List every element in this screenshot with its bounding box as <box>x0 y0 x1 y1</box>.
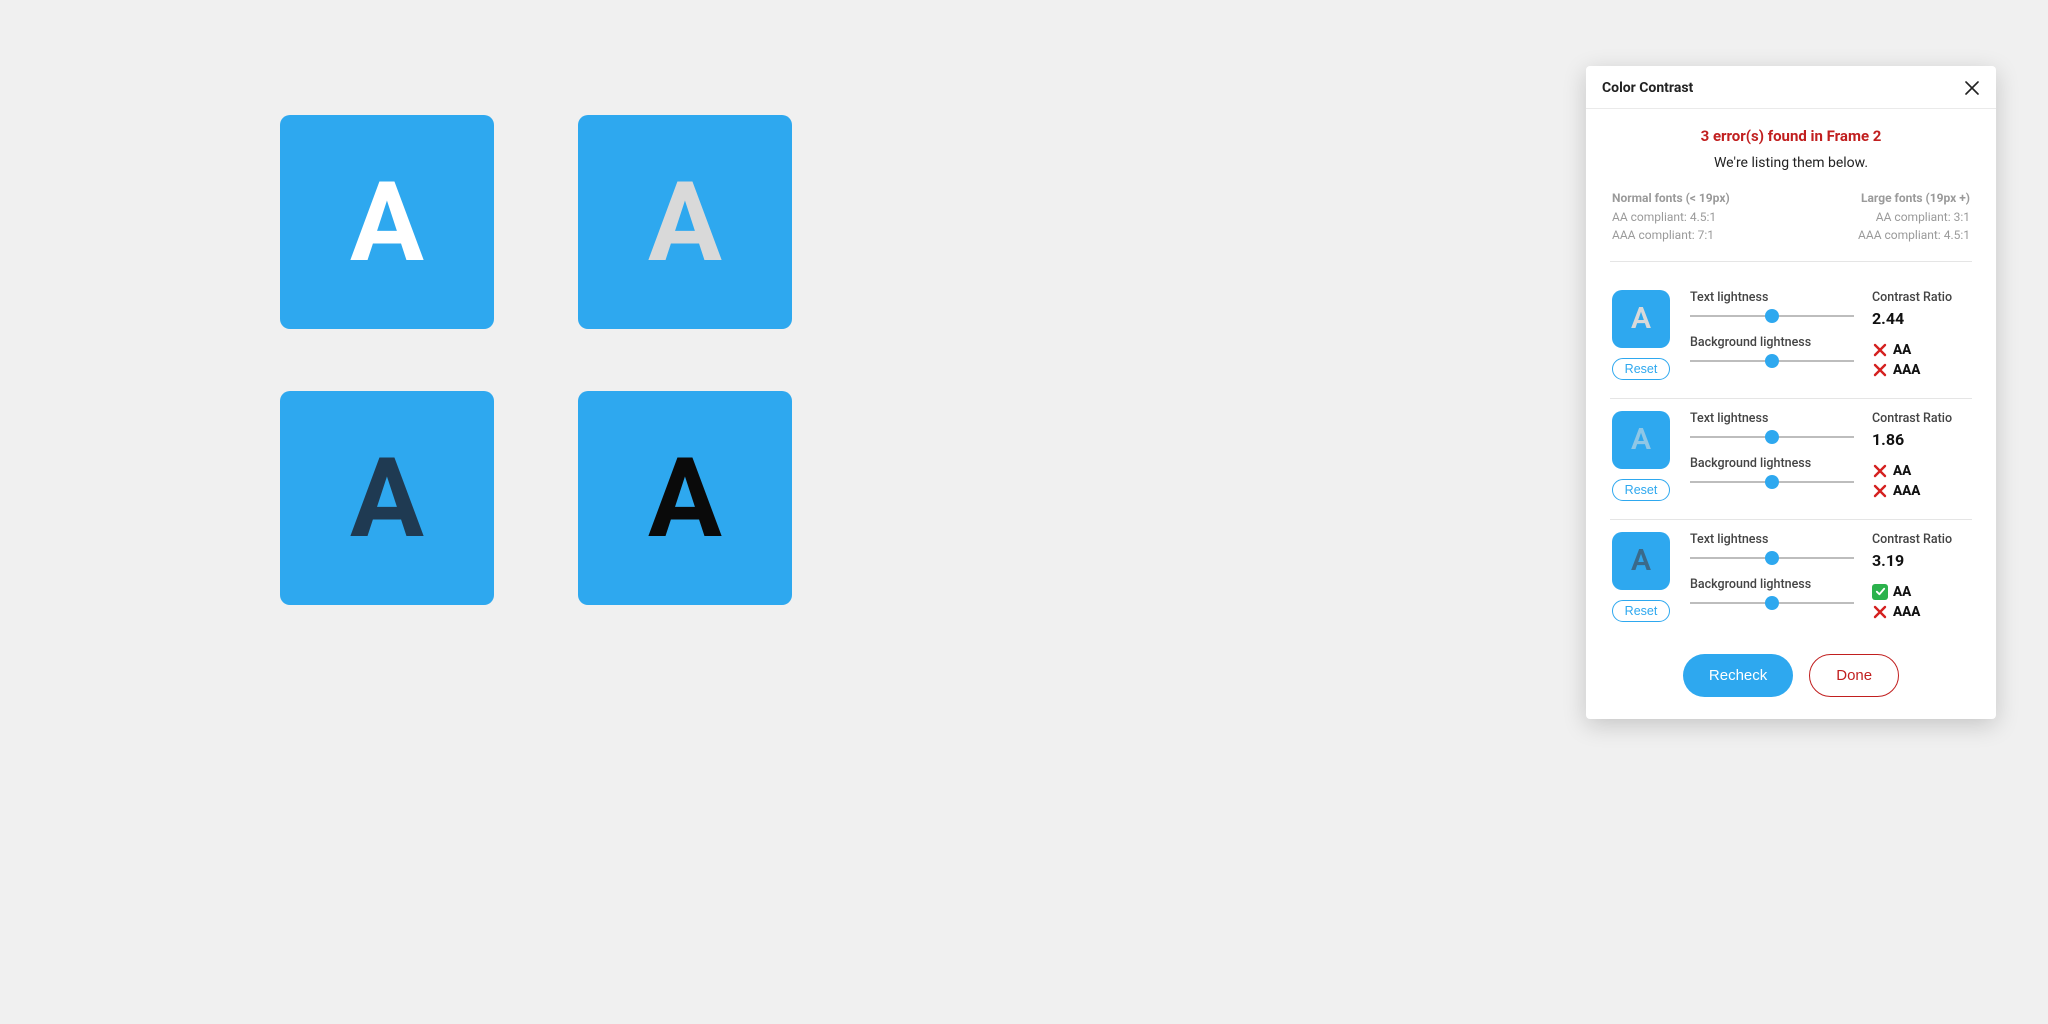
swatch-2-glyph: A <box>648 158 722 287</box>
aaa-badge: AAA <box>1872 362 1972 378</box>
aa-label: AA <box>1893 584 1911 600</box>
swatch-3-glyph: A <box>350 434 424 563</box>
aaa-badge: AAA <box>1872 483 1972 499</box>
contrast-ratio-value: 3.19 <box>1872 551 1972 570</box>
cross-icon <box>1872 604 1888 620</box>
background-lightness-slider[interactable] <box>1690 596 1854 610</box>
contrast-item-2-glyph: A <box>1631 422 1651 457</box>
background-lightness-label: Background lightness <box>1690 335 1854 350</box>
background-lightness-slider[interactable] <box>1690 475 1854 489</box>
contrast-item-3-glyph: A <box>1631 543 1651 578</box>
background-lightness-slider[interactable] <box>1690 354 1854 368</box>
swatch-2[interactable]: A <box>578 115 792 329</box>
contrast-ratio-label: Contrast Ratio <box>1872 411 1972 426</box>
legend-normal-aa: AA compliant: 4.5:1 <box>1612 208 1730 227</box>
text-lightness-slider[interactable] <box>1690 551 1854 565</box>
close-icon[interactable] <box>1964 80 1980 96</box>
done-button[interactable]: Done <box>1809 654 1899 697</box>
contrast-item-2: A Reset Text lightness Background lightn… <box>1610 399 1972 520</box>
aa-label: AA <box>1893 342 1911 358</box>
text-lightness-slider[interactable] <box>1690 309 1854 323</box>
aa-badge: AA <box>1872 342 1972 358</box>
legend-normal-aaa: AAA compliant: 7:1 <box>1612 226 1730 245</box>
swatch-4[interactable]: A <box>578 391 792 605</box>
recheck-button[interactable]: Recheck <box>1683 654 1793 697</box>
aaa-badge: AAA <box>1872 604 1972 620</box>
contrast-item-3: A Reset Text lightness Background lightn… <box>1610 520 1972 640</box>
contrast-ratio-value: 1.86 <box>1872 430 1972 449</box>
contrast-ratio-label: Contrast Ratio <box>1872 290 1972 305</box>
swatch-3[interactable]: A <box>280 391 494 605</box>
panel-header: Color Contrast <box>1586 66 1996 109</box>
text-lightness-label: Text lightness <box>1690 290 1854 305</box>
aa-badge: AA <box>1872 463 1972 479</box>
aa-badge: AA <box>1872 584 1972 600</box>
cross-icon <box>1872 483 1888 499</box>
contrast-item-2-reset-button[interactable]: Reset <box>1612 479 1671 501</box>
background-lightness-label: Background lightness <box>1690 456 1854 471</box>
contrast-item-1-glyph: A <box>1631 301 1651 336</box>
cross-icon <box>1872 362 1888 378</box>
error-summary-title: 3 error(s) found in Frame 2 <box>1610 127 1972 145</box>
contrast-item-3-reset-button[interactable]: Reset <box>1612 600 1671 622</box>
text-lightness-slider[interactable] <box>1690 430 1854 444</box>
swatch-1-glyph: A <box>350 158 424 287</box>
legend-large-heading: Large fonts (19px +) <box>1858 189 1970 208</box>
canvas-grid: A A A A <box>280 115 792 605</box>
text-lightness-label: Text lightness <box>1690 532 1854 547</box>
contrast-item-1-reset-button[interactable]: Reset <box>1612 358 1671 380</box>
contrast-ratio-label: Contrast Ratio <box>1872 532 1972 547</box>
compliance-legend: Normal fonts (< 19px) AA compliant: 4.5:… <box>1610 189 1972 262</box>
contrast-item-1-swatch: A <box>1612 290 1670 348</box>
background-lightness-label: Background lightness <box>1690 577 1854 592</box>
check-icon <box>1872 584 1888 600</box>
legend-large-aa: AA compliant: 3:1 <box>1858 208 1970 227</box>
text-lightness-label: Text lightness <box>1690 411 1854 426</box>
legend-large-aaa: AAA compliant: 4.5:1 <box>1858 226 1970 245</box>
cross-icon <box>1872 463 1888 479</box>
contrast-item-3-swatch: A <box>1612 532 1670 590</box>
contrast-item-1: A Reset Text lightness Background lightn… <box>1610 278 1972 399</box>
color-contrast-panel: Color Contrast 3 error(s) found in Frame… <box>1586 66 1996 719</box>
aaa-label: AAA <box>1893 362 1920 378</box>
contrast-item-2-swatch: A <box>1612 411 1670 469</box>
aaa-label: AAA <box>1893 483 1920 499</box>
cross-icon <box>1872 342 1888 358</box>
swatch-1[interactable]: A <box>280 115 494 329</box>
panel-title: Color Contrast <box>1602 80 1693 96</box>
swatch-4-glyph: A <box>648 434 722 563</box>
contrast-ratio-value: 2.44 <box>1872 309 1972 328</box>
aa-label: AA <box>1893 463 1911 479</box>
error-summary-subtitle: We're listing them below. <box>1610 155 1972 171</box>
legend-normal-heading: Normal fonts (< 19px) <box>1612 189 1730 208</box>
aaa-label: AAA <box>1893 604 1920 620</box>
